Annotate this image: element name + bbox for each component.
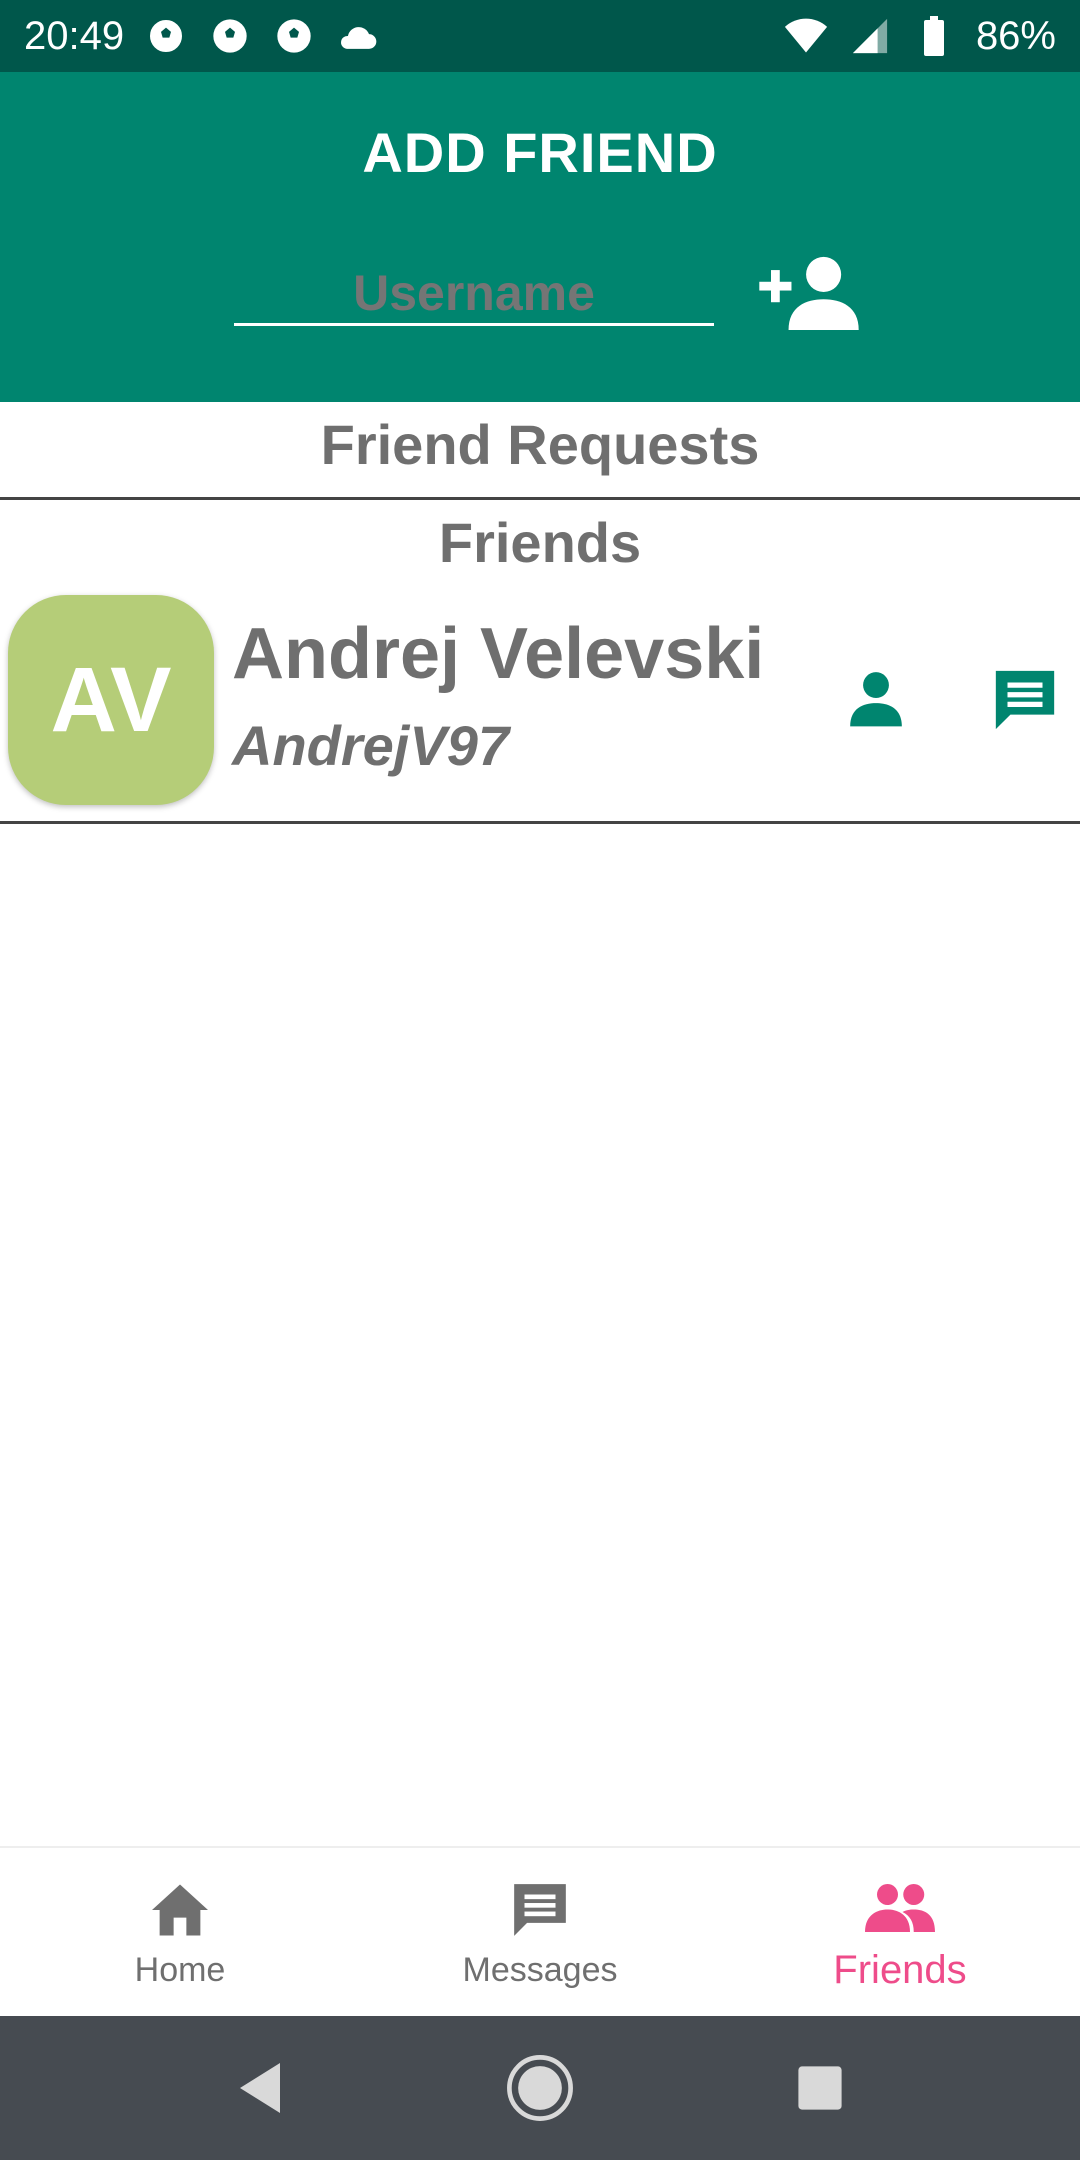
nav-friends-label: Friends <box>833 1947 967 1992</box>
nav-home-label: Home <box>134 1950 226 1989</box>
nav-friends[interactable]: Friends <box>720 1848 1080 2016</box>
friend-username: AndrejV97 <box>232 714 509 777</box>
add-person-icon <box>759 256 859 330</box>
status-left: 20:49 <box>24 14 380 59</box>
nav-home[interactable]: Home <box>0 1848 360 2016</box>
view-profile-button[interactable] <box>845 667 907 729</box>
signal-icon <box>848 14 892 58</box>
friend-name: Andrej Velevski <box>232 614 765 694</box>
home-button[interactable] <box>500 2048 580 2128</box>
people-icon <box>865 1872 935 1942</box>
message-icon <box>505 1875 575 1945</box>
home-circle-icon <box>507 2055 573 2121</box>
back-button[interactable] <box>220 2048 300 2128</box>
bottom-navigation: Home Messages Friends <box>0 1846 1080 2016</box>
nav-messages[interactable]: Messages <box>360 1848 720 2016</box>
soccer-ball-icon <box>208 14 252 58</box>
username-field-wrapper <box>234 262 714 326</box>
battery-percent: 86% <box>975 13 1056 58</box>
status-bar: 20:49 86% <box>0 0 1080 72</box>
back-triangle-icon <box>240 2063 280 2113</box>
divider <box>0 497 1080 500</box>
status-right: 86% <box>784 14 1056 59</box>
status-time: 20:49 <box>24 13 125 58</box>
person-icon <box>850 672 902 727</box>
add-friend-button[interactable] <box>756 247 862 337</box>
cloud-icon <box>336 14 380 58</box>
recents-button[interactable] <box>780 2048 860 2128</box>
system-navigation-bar <box>0 2016 1080 2160</box>
page-title: ADD FRIEND <box>362 121 718 184</box>
chat-icon <box>995 670 1055 730</box>
battery-icon <box>912 14 956 58</box>
home-icon <box>145 1875 215 1945</box>
soccer-ball-icon <box>144 14 188 58</box>
soccer-ball-icon <box>272 14 316 58</box>
friend-row[interactable]: AV Andrej Velevski AndrejV97 <box>0 595 1080 820</box>
nav-messages-label: Messages <box>462 1950 618 1989</box>
divider <box>0 821 1080 824</box>
recents-square-icon <box>798 2066 842 2110</box>
add-friend-header: ADD FRIEND <box>0 72 1080 402</box>
avatar: AV <box>8 595 214 805</box>
send-message-button[interactable] <box>990 665 1060 735</box>
friend-requests-heading: Friend Requests <box>320 413 760 476</box>
wifi-icon <box>784 14 828 58</box>
username-input[interactable] <box>234 262 714 323</box>
friends-heading: Friends <box>438 511 642 574</box>
